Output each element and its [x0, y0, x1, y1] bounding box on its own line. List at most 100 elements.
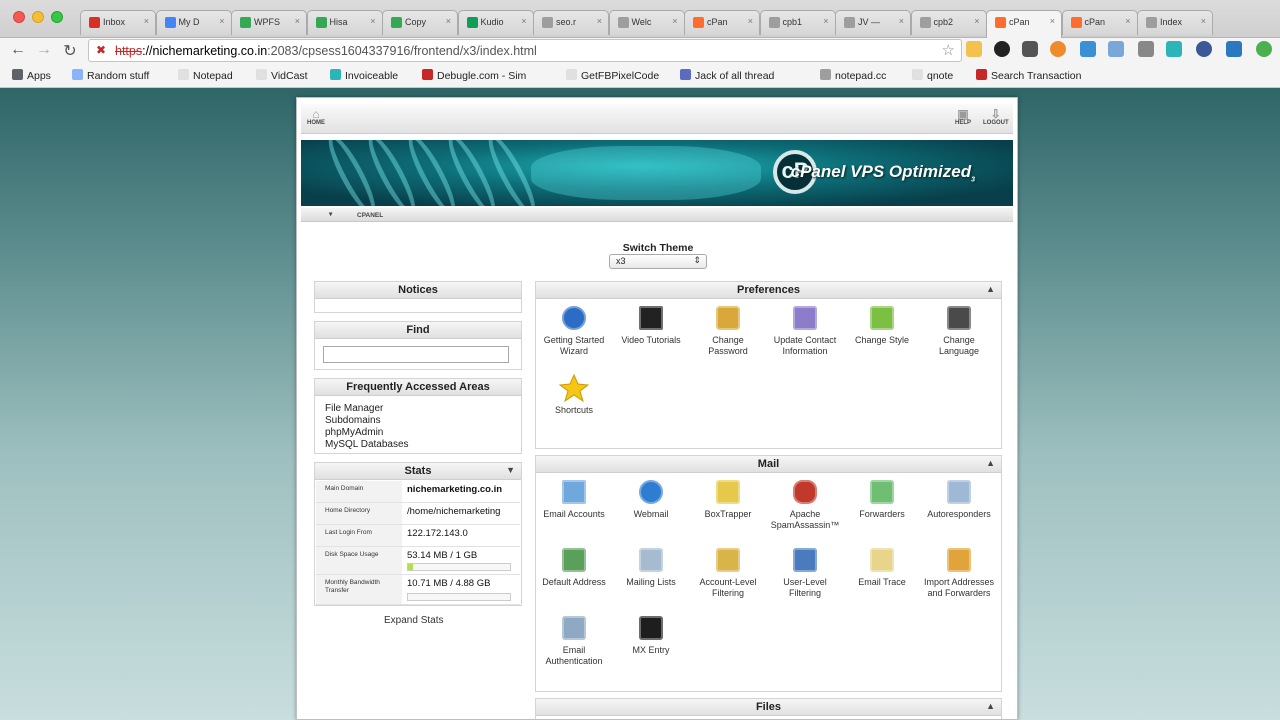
collapse-arrow-icon[interactable]: ▲ — [986, 458, 995, 468]
extension-cloud-icon[interactable] — [1226, 41, 1242, 57]
tab-close-icon[interactable]: × — [597, 16, 602, 26]
home-link[interactable]: ⌂ HOME — [307, 108, 325, 126]
bookmark-star-icon[interactable]: ☆ — [942, 41, 955, 59]
zoom-window-button[interactable] — [51, 11, 63, 23]
collapse-arrow-icon[interactable]: ▲ — [986, 284, 995, 294]
forward-button[interactable]: → — [34, 41, 54, 59]
browser-tab[interactable]: cPan × — [986, 10, 1062, 38]
browser-tab[interactable]: cpb2 × — [910, 10, 987, 35]
tab-favicon-icon — [89, 17, 100, 28]
feature-link[interactable]: Account-Level Filtering — [692, 546, 764, 599]
feature-link[interactable]: Update Contact Information — [769, 304, 841, 357]
extension-wheel-icon[interactable] — [994, 41, 1010, 57]
bookmark-item[interactable]: qnote — [912, 69, 953, 82]
logout-link[interactable]: ⇩ LOGOUT — [983, 108, 1009, 126]
extension-shield-icon[interactable] — [1256, 41, 1272, 57]
browser-tab[interactable]: seo.r × — [533, 10, 609, 35]
feature-link[interactable]: Import Addresses and Forwarders — [923, 546, 995, 599]
bookmark-item[interactable]: VidCast — [256, 69, 308, 82]
tab-close-icon[interactable]: × — [1201, 16, 1206, 26]
collapse-arrow-icon[interactable]: ▼ — [506, 465, 515, 475]
cpanel-menu[interactable]: CPANEL ▾ — [329, 210, 383, 219]
browser-tab[interactable]: Inbox × — [80, 10, 156, 35]
feature-link[interactable]: Change Language — [923, 304, 995, 357]
cast-icon[interactable] — [1138, 41, 1154, 57]
tab-close-icon[interactable]: × — [899, 16, 904, 26]
feature-link[interactable]: Email Authentication — [538, 614, 610, 667]
feature-link[interactable]: User-Level Filtering — [769, 546, 841, 599]
browser-tab[interactable]: My D × — [155, 10, 232, 35]
pocket-icon[interactable] — [1022, 41, 1038, 57]
tab-close-icon[interactable]: × — [295, 16, 300, 26]
extension-crop-icon[interactable] — [1108, 41, 1124, 57]
tab-close-icon[interactable]: × — [1125, 16, 1130, 26]
tab-close-icon[interactable]: × — [748, 16, 753, 26]
help-link[interactable]: ▣ HELP — [955, 108, 971, 126]
feature-link[interactable]: Default Address — [538, 546, 610, 588]
feature-link[interactable]: Apache SpamAssassin™ — [769, 478, 841, 531]
feature-link[interactable]: Change Password — [692, 304, 764, 357]
tab-close-icon[interactable]: × — [974, 16, 979, 26]
bookmark-item[interactable]: Invoiceable — [330, 69, 398, 82]
extension-badge-icon[interactable] — [1050, 41, 1066, 57]
feature-link[interactable]: Email Accounts — [538, 478, 610, 520]
feature-link[interactable]: MX Entry — [615, 614, 687, 656]
tab-close-icon[interactable]: × — [823, 16, 828, 26]
browser-tab[interactable]: Copy × — [382, 10, 458, 35]
browser-tab[interactable]: cPan × — [1061, 10, 1138, 35]
tab-close-icon[interactable]: × — [672, 16, 677, 26]
browser-tab[interactable]: JV — × — [835, 10, 911, 35]
browser-tab[interactable]: cpb1 × — [759, 10, 836, 35]
tab-close-icon[interactable]: × — [370, 16, 375, 26]
frequent-link[interactable]: MySQL Databases — [325, 439, 409, 451]
bookmark-item[interactable]: Jack of all thread — [680, 69, 774, 82]
feature-link[interactable]: Shortcuts — [538, 373, 610, 416]
find-input[interactable] — [323, 346, 509, 363]
frequent-link[interactable]: phpMyAdmin — [325, 427, 409, 439]
browser-tab[interactable]: WPFS × — [231, 10, 307, 35]
tab-close-icon[interactable]: × — [446, 16, 451, 26]
close-window-button[interactable] — [13, 11, 25, 23]
frequent-link[interactable]: Subdomains — [325, 415, 409, 427]
feature-link[interactable]: Getting Started Wizard — [538, 304, 610, 357]
frequent-link[interactable]: File Manager — [325, 403, 409, 415]
bookmark-item[interactable]: Debugle.com - Sim — [422, 69, 526, 82]
expand-stats-link[interactable]: Expand Stats — [384, 615, 443, 626]
reload-button[interactable]: ↻ — [60, 41, 80, 61]
extension-edit-icon[interactable] — [1080, 41, 1096, 57]
tab-close-icon[interactable]: × — [219, 16, 224, 26]
feature-link[interactable]: Webmail — [615, 478, 687, 520]
collapse-arrow-icon[interactable]: ▲ — [986, 701, 995, 711]
bookmark-item[interactable]: Notepad — [178, 69, 233, 82]
bookmark-item[interactable]: Apps — [12, 69, 51, 82]
stats-key: Main Domain — [316, 481, 402, 502]
tab-close-icon[interactable]: × — [521, 16, 526, 26]
browser-tab[interactable]: Welc × — [608, 10, 685, 35]
feature-link[interactable]: Mailing Lists — [615, 546, 687, 588]
feature-link[interactable]: Change Style — [846, 304, 918, 346]
minimize-window-button[interactable] — [32, 11, 44, 23]
address-bar[interactable]: ✖ https://nichemarketing.co.in:2083/cpse… — [88, 39, 962, 62]
browser-tab[interactable]: cPan × — [684, 10, 760, 35]
bookmark-item[interactable]: Random stuff — [72, 69, 149, 82]
tab-close-icon[interactable]: × — [1050, 16, 1055, 26]
extension-box-icon[interactable] — [1166, 41, 1182, 57]
switch-theme-select[interactable]: x3 ⇕ — [609, 254, 707, 269]
feature-link[interactable]: Forwarders — [846, 478, 918, 520]
bookmark-item[interactable]: notepad.cc — [820, 69, 886, 82]
browser-tab[interactable]: Index × — [1137, 10, 1213, 35]
feature-label: User-Level Filtering — [783, 577, 827, 598]
bookmark-item[interactable]: GetFBPixelCode — [566, 69, 659, 82]
tab-close-icon[interactable]: × — [144, 16, 149, 26]
tab-title: cpb2 — [933, 17, 954, 27]
browser-tab[interactable]: Kudio × — [457, 10, 534, 35]
feature-link[interactable]: Autoresponders — [923, 478, 995, 520]
facebook-icon[interactable] — [1196, 41, 1212, 57]
feature-link[interactable]: Video Tutorials — [615, 304, 687, 346]
browser-tab[interactable]: Hisa × — [306, 10, 383, 35]
extension-hand-icon[interactable] — [966, 41, 982, 57]
feature-link[interactable]: BoxTrapper — [692, 478, 764, 520]
bookmark-item[interactable]: Search Transaction — [976, 69, 1081, 82]
back-button[interactable]: ← — [8, 41, 28, 59]
feature-link[interactable]: Email Trace — [846, 546, 918, 588]
